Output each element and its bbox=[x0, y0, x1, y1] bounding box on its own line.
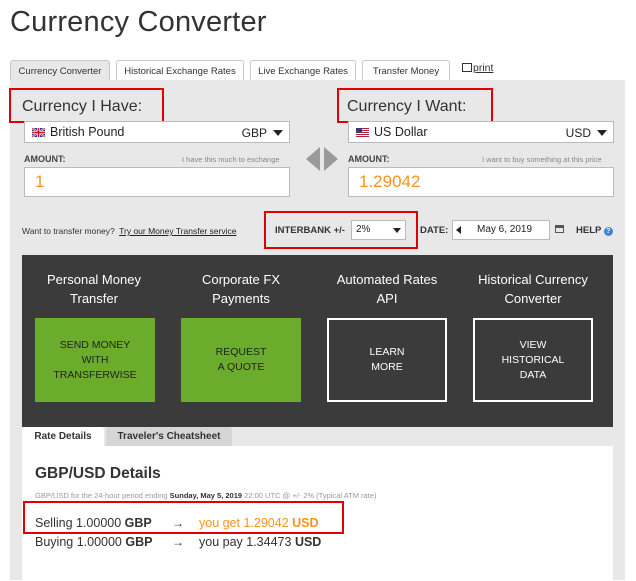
chevron-down-icon bbox=[393, 228, 401, 233]
highlight-want bbox=[337, 88, 493, 123]
buying-result-text: you pay 1.34473 bbox=[199, 535, 292, 549]
details-note: GBP/USD for the 24-hour period ending Su… bbox=[35, 491, 376, 500]
button-line: SEND MONEY bbox=[59, 338, 131, 351]
transfer-prompt: Want to transfer money? Try our Money Tr… bbox=[22, 226, 236, 236]
tab-transfer-money[interactable]: Transfer Money bbox=[362, 60, 450, 81]
have-amount-label: AMOUNT: bbox=[24, 154, 66, 164]
card-title-line1: Personal Money bbox=[47, 272, 141, 287]
card-title-line2: API bbox=[376, 291, 398, 306]
have-currency-select[interactable]: British Pound GBP bbox=[24, 121, 290, 143]
buying-label: Buying 1.00000 bbox=[35, 535, 122, 549]
want-amount-label: AMOUNT: bbox=[348, 154, 390, 164]
transfer-link[interactable]: Try our Money Transfer service bbox=[119, 226, 236, 236]
card-title-rates-api: Automated Rates API bbox=[317, 270, 457, 308]
note-date: Sunday, May 5, 2019 bbox=[169, 491, 243, 500]
tab-rate-details[interactable]: Rate Details bbox=[22, 427, 104, 446]
view-historical-data-button[interactable]: VIEW HISTORICAL DATA bbox=[473, 318, 593, 402]
button-line: REQUEST bbox=[215, 346, 267, 358]
buying-code: GBP bbox=[125, 535, 153, 549]
button-line: A QUOTE bbox=[217, 361, 265, 373]
button-line: DATA bbox=[519, 368, 547, 381]
button-line: TRANSFERWISE bbox=[53, 368, 137, 381]
help-label: HELP bbox=[576, 225, 602, 236]
page-title: Currency Converter bbox=[10, 6, 267, 38]
want-currency-name: US Dollar bbox=[374, 125, 428, 139]
swap-arrows-icon bbox=[306, 147, 338, 171]
interbank-label-text: INTERBANK +/- bbox=[275, 225, 345, 236]
highlight-have bbox=[9, 88, 164, 123]
card-title-personal-transfer: Personal Money Transfer bbox=[24, 270, 164, 308]
selling-result-code: USD bbox=[292, 516, 319, 530]
send-money-button[interactable]: SEND MONEY WITH TRANSFERWISE bbox=[35, 318, 155, 402]
tab-live-exchange-rates[interactable]: Live Exchange Rates bbox=[250, 60, 356, 81]
card-title-historical-converter: Historical Currency Converter bbox=[463, 270, 603, 308]
print-link[interactable]: print bbox=[462, 62, 493, 74]
selling-label: Selling 1.00000 bbox=[35, 516, 122, 530]
have-amount-hint: I have this much to exchange bbox=[182, 155, 280, 164]
swap-currencies-icon[interactable] bbox=[304, 147, 340, 171]
arrow-right-icon: → bbox=[172, 535, 184, 549]
button-line: HISTORICAL bbox=[501, 353, 565, 366]
interbank-value: 2% bbox=[356, 224, 371, 235]
date-prev-icon[interactable] bbox=[456, 226, 461, 234]
print-icon bbox=[462, 63, 472, 72]
button-line: MORE bbox=[371, 361, 403, 373]
card-title-corporate-fx: Corporate FX Payments bbox=[171, 270, 311, 308]
note-suffix: 22:00 UTC @ +/- 2% (Typical ATM rate) bbox=[244, 491, 377, 500]
date-picker[interactable]: May 6, 2019 bbox=[452, 220, 550, 240]
note-prefix: GBP/USD for the 24-hour period ending bbox=[35, 491, 168, 500]
print-label: print bbox=[473, 62, 494, 74]
interbank-select[interactable]: 2% bbox=[351, 220, 406, 240]
tab-currency-converter[interactable]: Currency Converter bbox=[10, 60, 110, 81]
tab-historical-exchange-rates[interactable]: Historical Exchange Rates bbox=[116, 60, 244, 81]
want-amount-input[interactable]: 1.29042 bbox=[348, 167, 614, 197]
card-title-line2: Converter bbox=[504, 291, 562, 306]
button-line: LEARN bbox=[369, 346, 405, 358]
selling-result-text: you get 1.29042 bbox=[199, 516, 289, 530]
selling-result: you get 1.29042 USD bbox=[199, 516, 319, 530]
selling-row: Selling 1.00000 GBP bbox=[35, 516, 152, 530]
card-title-line1: Historical Currency bbox=[478, 272, 588, 287]
card-title-line2: Payments bbox=[212, 291, 270, 306]
details-heading: GBP/USD Details bbox=[35, 465, 161, 482]
buying-result: you pay 1.34473 USD bbox=[199, 535, 321, 549]
learn-more-button[interactable]: LEARN MORE bbox=[327, 318, 447, 402]
want-amount-hint: I want to buy something at this price bbox=[482, 155, 602, 164]
button-line: WITH bbox=[81, 353, 109, 366]
help-icon: ? bbox=[603, 227, 613, 236]
arrow-right-icon: → bbox=[172, 516, 184, 530]
transfer-prompt-text: Want to transfer money? bbox=[22, 226, 115, 236]
card-title-line1: Automated Rates bbox=[336, 272, 438, 287]
help-link[interactable]: HELP ? bbox=[576, 225, 613, 236]
button-line: VIEW bbox=[519, 338, 547, 351]
chevron-down-icon bbox=[273, 130, 283, 136]
have-amount-input[interactable]: 1 bbox=[24, 167, 290, 197]
card-title-line2: Transfer bbox=[70, 291, 118, 306]
have-currency-code: GBP bbox=[241, 126, 267, 140]
request-quote-button[interactable]: REQUEST A QUOTE bbox=[181, 318, 301, 402]
have-currency-name: British Pound bbox=[50, 125, 125, 139]
selling-code: GBP bbox=[124, 516, 152, 530]
buying-result-code: USD bbox=[294, 535, 322, 549]
chevron-down-icon bbox=[597, 130, 607, 136]
want-currency-select[interactable]: US Dollar USD bbox=[348, 121, 614, 143]
us-flag-icon bbox=[356, 128, 369, 137]
want-currency-code: USD bbox=[565, 126, 591, 140]
date-label: DATE: bbox=[420, 225, 449, 236]
interbank-label: INTERBANK +/- bbox=[275, 225, 345, 236]
card-title-line1: Corporate FX bbox=[201, 272, 281, 287]
uk-flag-icon bbox=[32, 128, 45, 137]
calendar-icon[interactable] bbox=[555, 225, 564, 233]
buying-row: Buying 1.00000 GBP bbox=[35, 535, 152, 549]
tab-travelers-cheatsheet[interactable]: Traveler's Cheatsheet bbox=[106, 427, 232, 446]
date-value: May 6, 2019 bbox=[477, 224, 533, 235]
